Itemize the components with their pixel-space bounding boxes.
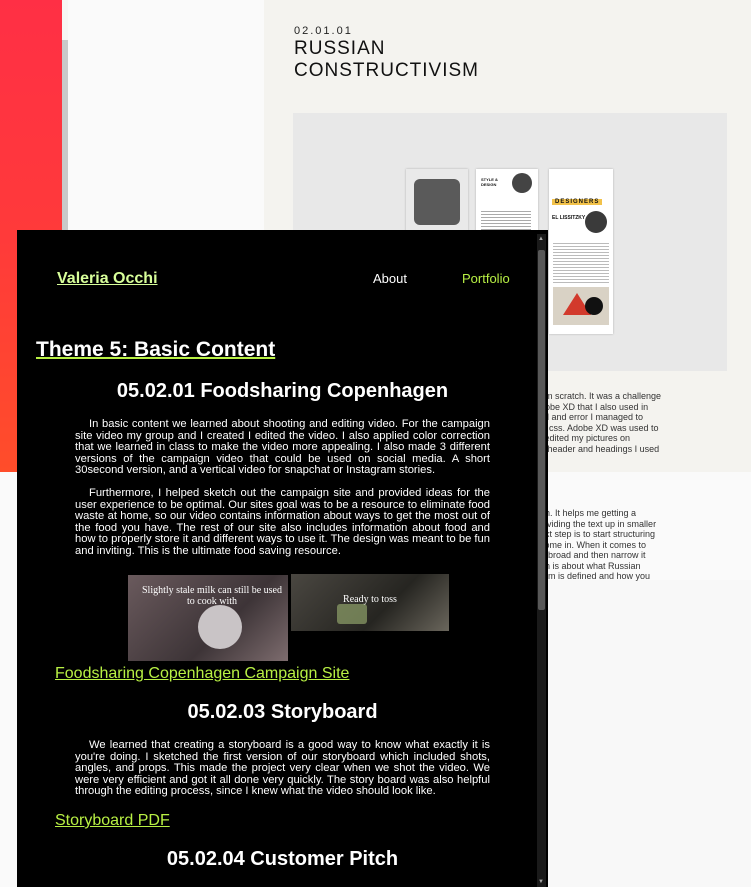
nav-portfolio-link[interactable]: Portfolio bbox=[462, 271, 510, 286]
text-line: dobe XD that I also used in bbox=[540, 401, 649, 412]
storyboard-pdf-link[interactable]: Storyboard PDF bbox=[55, 812, 170, 830]
text-line: dividing the text up in smaller bbox=[540, 518, 657, 529]
scroll-down-icon[interactable]: ▼ bbox=[538, 879, 544, 885]
scroll-up-icon[interactable]: ▲ bbox=[538, 236, 544, 242]
video-frame-image bbox=[198, 605, 242, 649]
video-thumbnail-toss[interactable]: Ready to toss bbox=[291, 574, 449, 631]
text-line: D css. Adobe XD was used to bbox=[540, 422, 659, 433]
window-scrollbar[interactable]: ▲ ▼ bbox=[537, 234, 546, 887]
text-line: ph is about what Russian bbox=[540, 560, 641, 571]
portrait-circle-image bbox=[512, 173, 532, 193]
text-line: ial and error I managed to bbox=[540, 412, 644, 422]
foodsharing-campaign-link[interactable]: Foodsharing Copenhagen Campaign Site bbox=[55, 665, 349, 683]
video-frame-image bbox=[337, 604, 367, 624]
text-line: gh. It helps me getting a bbox=[540, 508, 637, 518]
text-line: rt broad and then narrow it bbox=[540, 550, 646, 560]
section-heading-pitch: 05.02.04 Customer Pitch bbox=[166, 848, 399, 870]
video-thumbnail-milk[interactable]: Slightly stale milk can still be used to… bbox=[128, 575, 288, 661]
video-caption: Ready to toss bbox=[343, 594, 397, 605]
scroll-thumb[interactable] bbox=[538, 250, 545, 610]
thumb-heading: STYLE & DESIGN bbox=[481, 177, 498, 187]
constructivist-artwork bbox=[553, 287, 609, 325]
text-line: l edited my pictures on bbox=[540, 433, 631, 443]
theme-title: Theme 5: Basic Content bbox=[36, 338, 276, 361]
paragraph: Furthermore, I helped sketch out the cam… bbox=[75, 486, 490, 557]
paragraph: We learned that creating a storyboard is… bbox=[75, 739, 490, 798]
section-number: 02.01.01 bbox=[294, 25, 353, 37]
text-line: om scratch. It was a challenge bbox=[540, 391, 662, 401]
foodsharing-text: In basic content we learned about shooti… bbox=[75, 418, 490, 569]
storyboard-text: We learned that creating a storyboard is… bbox=[75, 739, 490, 809]
section-title: RUSSIAN CONSTRUCTIVISM bbox=[294, 38, 479, 81]
gallery-thumb-designers[interactable]: DESIGNERS EL LISSITZKY bbox=[549, 169, 613, 334]
brand-logo-link[interactable]: Valeria Occhi bbox=[57, 270, 158, 288]
video-caption: Slightly stale milk can still be used to… bbox=[142, 585, 282, 607]
background-bottom-right bbox=[548, 580, 751, 887]
nav-about-link[interactable]: About bbox=[373, 271, 407, 286]
text-line: ext step is to start structuring bbox=[540, 529, 656, 539]
background-panel bbox=[68, 0, 264, 230]
text-line: orm is defined and how you bbox=[540, 571, 651, 581]
gray-scroll-strip bbox=[62, 40, 68, 240]
text-line: come in. When it comes to bbox=[540, 539, 647, 550]
thumb-heading: DESIGNERS bbox=[552, 199, 603, 205]
paragraph: In basic content we learned about shooti… bbox=[75, 418, 490, 477]
designer-name: EL LISSITZKY bbox=[552, 215, 586, 221]
section-heading-storyboard: 05.02.03 Storyboard bbox=[187, 701, 378, 723]
text-lines bbox=[553, 241, 609, 283]
portrait-circle-image bbox=[585, 211, 607, 233]
portrait-image bbox=[414, 179, 460, 225]
section-heading-foodsharing: 05.02.01 Foodsharing Copenhagen bbox=[116, 380, 449, 402]
text-line: e header and headings I used bbox=[540, 443, 660, 454]
portfolio-window: Valeria Occhi About Portfolio Theme 5: B… bbox=[17, 230, 548, 887]
